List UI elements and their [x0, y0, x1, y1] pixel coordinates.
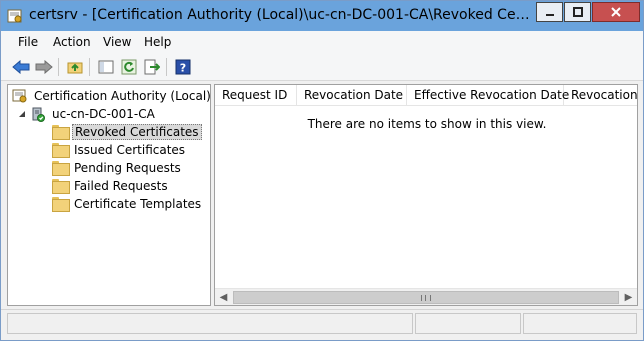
- column-header-request-id[interactable]: Request ID: [215, 85, 297, 106]
- tree-item-label: Revoked Certificates: [72, 123, 202, 140]
- scrollbar-thumb[interactable]: [233, 291, 619, 304]
- certificate-authority-icon: [12, 89, 27, 102]
- show-hide-tree-icon[interactable]: [97, 58, 115, 76]
- folder-icon: [52, 125, 70, 140]
- close-icon: [611, 7, 621, 17]
- column-header-revocation-date[interactable]: Revocation Date: [297, 85, 407, 106]
- maximize-button[interactable]: [564, 2, 591, 22]
- horizontal-scrollbar[interactable]: ◀ ▶: [215, 288, 637, 305]
- tree-item-certificate-templates[interactable]: Certificate Templates: [52, 195, 203, 212]
- folder-icon: [52, 197, 70, 212]
- status-bar: [1, 309, 643, 340]
- tree-item-failed-requests[interactable]: Failed Requests: [52, 177, 170, 194]
- scroll-left-icon[interactable]: ◀: [215, 289, 232, 305]
- tree-ca-label: uc-cn-DC-001-CA: [52, 106, 155, 121]
- results-list[interactable]: Request ID Revocation Date Effective Rev…: [214, 84, 638, 306]
- certsrv-app-icon[interactable]: [6, 7, 24, 25]
- tree-node-ca[interactable]: uc-cn-DC-001-CA: [18, 105, 157, 122]
- back-arrow-icon[interactable]: [12, 58, 30, 76]
- menu-bar: File Action View Help: [1, 31, 643, 53]
- title-bar[interactable]: certsrv - [Certification Authority (Loca…: [1, 1, 643, 31]
- tree-item-pending-requests[interactable]: Pending Requests: [52, 159, 183, 176]
- window-title: certsrv - [Certification Authority (Loca…: [29, 7, 534, 23]
- menu-help[interactable]: Help: [144, 35, 171, 49]
- ca-server-icon: [32, 107, 45, 122]
- close-button[interactable]: [592, 2, 640, 22]
- tree-item-issued-certificates[interactable]: Issued Certificates: [52, 141, 187, 158]
- column-header-effective-revocation-date[interactable]: Effective Revocation Date: [407, 85, 569, 106]
- export-list-icon[interactable]: [143, 58, 161, 76]
- status-cell: [523, 313, 637, 334]
- tree-root-label: Certification Authority (Local): [34, 88, 211, 103]
- toolbar-separator: [89, 58, 90, 76]
- folder-icon: [52, 161, 70, 176]
- toolbar-separator: [58, 58, 59, 76]
- tree-item-label: Certificate Templates: [74, 196, 202, 211]
- help-icon[interactable]: ?: [174, 58, 192, 76]
- column-headers: Request ID Revocation Date Effective Rev…: [215, 85, 637, 106]
- expand-triangle-icon[interactable]: [18, 110, 26, 118]
- tree-item-revoked-certificates[interactable]: Revoked Certificates: [52, 123, 202, 140]
- minimize-button[interactable]: [536, 2, 563, 22]
- refresh-icon[interactable]: [120, 58, 138, 76]
- folder-icon: [52, 179, 70, 194]
- menu-file[interactable]: File: [18, 35, 38, 49]
- status-cell: [415, 313, 521, 334]
- grip-icon: [421, 294, 431, 301]
- menu-action[interactable]: Action: [53, 35, 91, 49]
- tree-item-label: Issued Certificates: [74, 142, 186, 157]
- menu-view[interactable]: View: [103, 35, 131, 49]
- svg-text:?: ?: [180, 62, 186, 75]
- maximize-icon: [572, 7, 583, 17]
- empty-list-message: There are no items to show in this view.: [307, 117, 547, 131]
- toolbar: ?: [1, 53, 643, 81]
- scroll-right-icon[interactable]: ▶: [620, 289, 637, 305]
- folder-icon: [52, 143, 70, 158]
- minimize-icon: [545, 14, 554, 16]
- forward-arrow-icon[interactable]: [35, 58, 53, 76]
- console-tree[interactable]: Certification Authority (Local) uc-cn-DC…: [7, 84, 211, 306]
- tree-root[interactable]: Certification Authority (Local): [12, 87, 213, 104]
- main-window: certsrv - [Certification Authority (Loca…: [0, 0, 644, 341]
- toolbar-separator: [166, 58, 167, 76]
- column-header-revocation[interactable]: Revocation: [564, 85, 637, 106]
- status-cell: [7, 313, 413, 334]
- up-folder-icon[interactable]: [66, 58, 84, 76]
- tree-item-label: Pending Requests: [74, 160, 181, 175]
- tree-item-label: Failed Requests: [74, 178, 168, 193]
